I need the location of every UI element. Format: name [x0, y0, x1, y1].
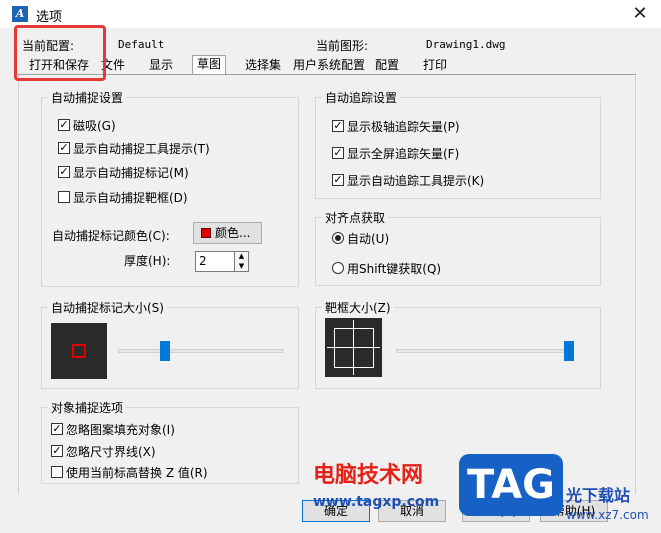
autosnap-marker-label: 显示自动捕捉标记(M) [73, 166, 189, 180]
autosnap-aperture-checkbox[interactable] [58, 191, 70, 203]
ignore-hatch-checkbox[interactable]: ✓ [51, 423, 63, 435]
current-drawing-value: Drawing1.dwg [426, 38, 506, 51]
app-icon: A [12, 6, 28, 22]
auto-acquire-label: 自动(U) [347, 232, 390, 246]
color-button-label: 颜色... [215, 226, 251, 240]
marker-color-label: 自动捕捉标记颜色(C): [52, 229, 170, 243]
aperture-box-icon [334, 328, 374, 368]
ignore-hatch-label: 忽略图案填充对象(I) [66, 423, 175, 437]
crosshair-horizontal [327, 347, 380, 348]
current-drawing-label: 当前图形: [316, 39, 369, 53]
autotrack-tooltip-label: 显示自动追踪工具提示(K) [347, 174, 485, 188]
thickness-input[interactable]: 2 [195, 251, 235, 272]
window-title: 选项 [36, 10, 63, 25]
thickness-stepper[interactable]: ▲ ▼ [234, 251, 249, 272]
current-profile-value: Default [118, 38, 165, 51]
marker-square-icon [72, 344, 86, 358]
aperture-size-slider-thumb[interactable] [564, 341, 574, 361]
decrement-icon[interactable]: ▼ [235, 262, 248, 272]
aperture-preview [325, 318, 382, 377]
shift-acquire-radio[interactable] [332, 262, 344, 274]
ignore-dimension-label: 忽略尺寸界线(X) [66, 445, 156, 459]
watermark-site-url: www.tagxp.com [313, 494, 440, 510]
tab-plot[interactable]: 打印 [418, 56, 452, 74]
color-button[interactable]: 颜色... [193, 222, 262, 244]
marker-size-track[interactable] [118, 349, 283, 353]
polar-tracking-label: 显示极轴追踪矢量(P) [347, 120, 460, 134]
shift-acquire-label: 用Shift键获取(Q) [347, 262, 442, 276]
autotrack-title: 自动追踪设置 [322, 89, 401, 106]
aperture-size-track[interactable] [396, 349, 574, 353]
fullscreen-tracking-checkbox[interactable]: ✓ [332, 147, 344, 159]
watermark-site-name: 电脑技术网 [313, 463, 424, 488]
autosnap-marker-checkbox[interactable]: ✓ [58, 166, 70, 178]
tab-display[interactable]: 显示 [144, 56, 178, 74]
thickness-label: 厚度(H): [124, 254, 171, 268]
fullscreen-tracking-label: 显示全屏追踪矢量(F) [347, 147, 460, 161]
marker-size-slider-thumb[interactable] [159, 341, 170, 361]
marker-size-title: 自动捕捉标记大小(S) [48, 299, 167, 316]
increment-icon[interactable]: ▲ [235, 252, 248, 262]
marker-preview [51, 323, 107, 379]
highlight-annotation [14, 25, 106, 81]
autotrack-tooltip-checkbox[interactable]: ✓ [332, 174, 344, 186]
magnet-checkbox[interactable]: ✓ [58, 119, 70, 131]
replace-z-label: 使用当前标高替换 Z 值(R) [66, 466, 208, 480]
tab-user-preferences[interactable]: 用户系统配置 [288, 56, 370, 74]
tag-logo: TAG [459, 454, 563, 516]
autosnap-title: 自动捕捉设置 [48, 89, 127, 106]
autosnap-tooltip-checkbox[interactable]: ✓ [58, 142, 70, 154]
title-bar [0, 0, 661, 28]
tab-profiles[interactable]: 配置 [370, 56, 404, 74]
aperture-size-title: 靶框大小(Z) [322, 299, 394, 316]
close-icon[interactable]: ✕ [628, 2, 652, 26]
replace-z-checkbox[interactable] [51, 466, 63, 478]
magnet-label: 磁吸(G) [73, 119, 116, 133]
watermark-brand-url: www.xz7.com [566, 508, 649, 522]
autosnap-tooltip-label: 显示自动捕捉工具提示(T) [73, 142, 210, 156]
autosnap-aperture-label: 显示自动捕捉靶框(D) [73, 191, 188, 205]
alignment-title: 对齐点获取 [322, 209, 389, 226]
object-snap-title: 对象捕捉选项 [48, 399, 127, 416]
auto-acquire-radio[interactable] [332, 232, 344, 244]
tab-drafting[interactable]: 草图 [192, 55, 227, 75]
watermark-brand: 光下载站 [566, 486, 631, 505]
polar-tracking-checkbox[interactable]: ✓ [332, 120, 344, 132]
color-swatch [201, 228, 211, 238]
ignore-dimension-checkbox[interactable]: ✓ [51, 445, 63, 457]
tab-selection[interactable]: 选择集 [240, 56, 286, 74]
